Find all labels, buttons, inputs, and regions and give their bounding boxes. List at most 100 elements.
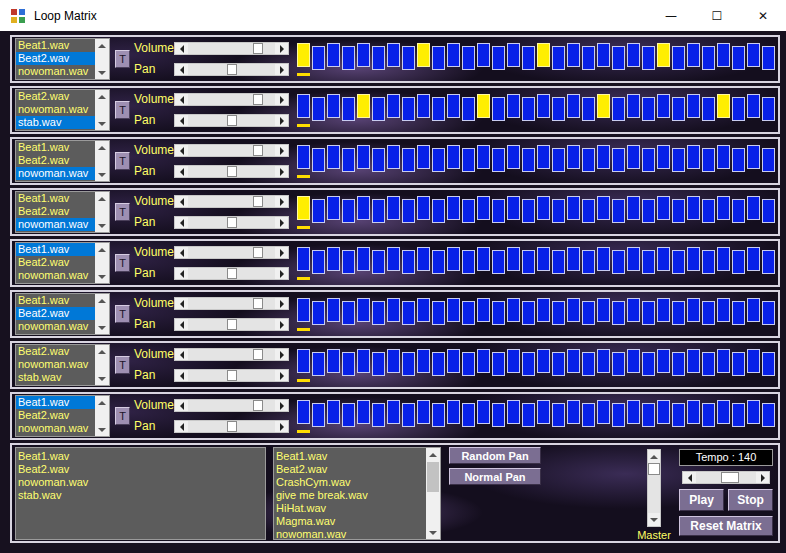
step-cell[interactable]: [327, 145, 340, 169]
toggle-button[interactable]: T: [115, 305, 130, 323]
step-cell[interactable]: [357, 43, 370, 67]
step-cell[interactable]: [672, 199, 685, 223]
slider-right-button[interactable]: [275, 349, 288, 360]
step-cell[interactable]: [582, 403, 595, 427]
sample-item[interactable]: Beat1.wav: [16, 396, 95, 409]
step-cell[interactable]: [462, 46, 475, 70]
step-cell[interactable]: [432, 352, 445, 376]
scroll-up-button[interactable]: [95, 192, 109, 205]
slider-down-button[interactable]: [648, 513, 660, 526]
step-cell[interactable]: [327, 196, 340, 220]
step-cell[interactable]: [732, 148, 745, 172]
step-cell[interactable]: [462, 199, 475, 223]
step-cell[interactable]: [582, 352, 595, 376]
step-cell[interactable]: [642, 148, 655, 172]
sample-item[interactable]: nowoman.wav: [16, 65, 95, 78]
step-cell[interactable]: [327, 298, 340, 322]
step-cell[interactable]: [522, 250, 535, 274]
slider-thumb[interactable]: [721, 472, 739, 483]
step-cell[interactable]: [717, 349, 730, 373]
step-cell[interactable]: [762, 46, 775, 70]
step-cell[interactable]: [702, 301, 715, 325]
scroll-up-button[interactable]: [95, 90, 109, 103]
pan-slider[interactable]: [174, 63, 289, 76]
step-cell[interactable]: [477, 400, 490, 424]
step-cell[interactable]: [507, 94, 520, 118]
sample-list[interactable]: Beat1.wavBeat2.wavnowoman.wav: [15, 191, 110, 233]
slider-thumb[interactable]: [253, 400, 263, 411]
window-control-button[interactable]: —: [648, 0, 694, 31]
slider-thumb[interactable]: [253, 196, 263, 207]
step-cell[interactable]: [327, 400, 340, 424]
step-cell[interactable]: [417, 247, 430, 271]
volume-slider[interactable]: [174, 93, 289, 106]
step-cell[interactable]: [342, 250, 355, 274]
step-cell[interactable]: [417, 94, 430, 118]
step-cell[interactable]: [312, 301, 325, 325]
step-cell[interactable]: [732, 403, 745, 427]
step-cell[interactable]: [417, 196, 430, 220]
step-cell[interactable]: [657, 94, 670, 118]
step-cell[interactable]: [747, 43, 760, 67]
scroll-down-button[interactable]: [95, 219, 109, 232]
scroll-down-button[interactable]: [95, 66, 109, 79]
step-cell[interactable]: [732, 199, 745, 223]
step-cell[interactable]: [732, 301, 745, 325]
sample-item[interactable]: Beat1.wav: [16, 294, 95, 307]
step-cell[interactable]: [552, 403, 565, 427]
toggle-button[interactable]: T: [115, 50, 130, 68]
step-cell[interactable]: [447, 400, 460, 424]
step-cell[interactable]: [537, 247, 550, 271]
step-cell[interactable]: [612, 97, 625, 121]
slider-left-button[interactable]: [175, 145, 188, 156]
step-cell[interactable]: [642, 46, 655, 70]
step-cell[interactable]: [342, 403, 355, 427]
scroll-down-button[interactable]: [95, 423, 109, 436]
step-cell[interactable]: [312, 352, 325, 376]
step-cell[interactable]: [402, 352, 415, 376]
slider-left-button[interactable]: [175, 217, 188, 228]
slider-right-button[interactable]: [275, 217, 288, 228]
slider-left-button[interactable]: [175, 94, 188, 105]
step-cell[interactable]: [387, 196, 400, 220]
step-cell[interactable]: [372, 199, 385, 223]
volume-slider[interactable]: [174, 246, 289, 259]
step-cell[interactable]: [672, 352, 685, 376]
slider-right-button[interactable]: [275, 94, 288, 105]
step-cell[interactable]: [342, 46, 355, 70]
step-cell[interactable]: [402, 46, 415, 70]
slider-right-button[interactable]: [275, 421, 288, 432]
step-cell[interactable]: [627, 145, 640, 169]
step-cell[interactable]: [522, 352, 535, 376]
step-cell[interactable]: [552, 46, 565, 70]
sample-list[interactable]: Beat2.wavnowoman.wavstab.wav: [15, 344, 110, 386]
step-cell[interactable]: [762, 148, 775, 172]
slider-right-button[interactable]: [275, 298, 288, 309]
step-cell[interactable]: [522, 403, 535, 427]
slider-right-button[interactable]: [275, 196, 288, 207]
step-cell[interactable]: [372, 250, 385, 274]
slider-thumb[interactable]: [227, 421, 237, 432]
step-cell[interactable]: [717, 400, 730, 424]
step-cell[interactable]: [642, 97, 655, 121]
toggle-button[interactable]: T: [115, 254, 130, 272]
scroll-up-button[interactable]: [95, 39, 109, 52]
step-cell[interactable]: [612, 199, 625, 223]
step-cell[interactable]: [582, 301, 595, 325]
step-cell[interactable]: [432, 403, 445, 427]
step-cell[interactable]: [477, 94, 490, 118]
sample-item[interactable]: Beat2.wav: [16, 307, 95, 320]
step-cell[interactable]: [642, 352, 655, 376]
step-cell[interactable]: [597, 349, 610, 373]
master-slider[interactable]: [647, 449, 661, 527]
step-cell[interactable]: [357, 94, 370, 118]
step-cell[interactable]: [477, 196, 490, 220]
step-cell[interactable]: [717, 43, 730, 67]
slider-right-button[interactable]: [275, 319, 288, 330]
step-cell[interactable]: [477, 298, 490, 322]
slider-thumb[interactable]: [227, 115, 237, 126]
step-cell[interactable]: [687, 196, 700, 220]
step-cell[interactable]: [477, 145, 490, 169]
sample-item[interactable]: Beat2.wav: [16, 90, 95, 103]
step-cell[interactable]: [747, 196, 760, 220]
